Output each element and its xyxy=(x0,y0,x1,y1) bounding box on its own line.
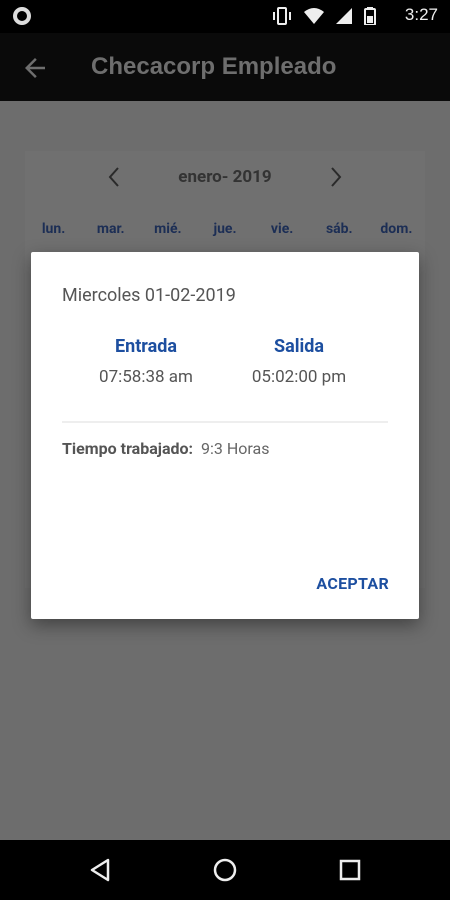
salida-label: Salida xyxy=(273,336,324,357)
worked-time: Tiempo trabajado: 9:3 Horas xyxy=(62,439,269,458)
status-icons xyxy=(272,6,376,26)
calendar-header: enero- 2019 xyxy=(25,151,425,209)
worked-time-value: 9:3 Horas xyxy=(201,439,270,458)
signal-icon xyxy=(336,8,352,24)
weekday-label: jue. xyxy=(213,221,237,237)
navigation-bar xyxy=(0,840,450,900)
status-bar: 3:27 xyxy=(0,0,450,33)
arrow-left-icon[interactable] xyxy=(20,53,50,83)
page-title: Checacorp Empleado xyxy=(91,53,337,80)
salida-value: 05:02:00 pm xyxy=(251,367,347,387)
entrada-value: 07:58:38 am xyxy=(99,367,193,387)
entrada-column: Entrada 07:58:38 am xyxy=(71,336,221,387)
accept-button[interactable]: ACEPTAR xyxy=(316,574,389,593)
nav-home-icon[interactable] xyxy=(211,856,239,884)
weekday-row: lun. mar. mié. jue. vie. sáb. dom. xyxy=(25,221,425,237)
notification-dot-icon xyxy=(13,7,31,25)
divider xyxy=(62,421,388,423)
status-time: 3:27 xyxy=(404,5,438,24)
nav-back-icon[interactable] xyxy=(86,856,114,884)
nav-recent-icon[interactable] xyxy=(336,856,364,884)
weekday-label: lun. xyxy=(41,221,66,237)
vibrate-icon xyxy=(273,7,291,25)
salida-column: Salida 05:02:00 pm xyxy=(224,336,374,387)
dialog-date: Miercoles 01-02-2019 xyxy=(62,285,236,306)
weekday-label: dom. xyxy=(380,221,413,237)
weekday-label: mar. xyxy=(96,221,125,237)
worked-time-label: Tiempo trabajado: xyxy=(62,439,194,458)
battery-icon xyxy=(364,7,376,25)
app-bar: Checacorp Empleado xyxy=(0,33,450,101)
calendar-month-label: enero- 2019 xyxy=(178,167,272,187)
weekday-label: vie. xyxy=(270,221,294,237)
attendance-dialog: Miercoles 01-02-2019 Entrada 07:58:38 am… xyxy=(31,252,419,619)
wifi-icon xyxy=(304,8,324,24)
entrada-label: Entrada xyxy=(114,336,177,357)
weekday-label: sáb. xyxy=(325,221,353,237)
weekday-label: mié. xyxy=(154,221,182,237)
chevron-right-icon[interactable] xyxy=(323,165,347,189)
